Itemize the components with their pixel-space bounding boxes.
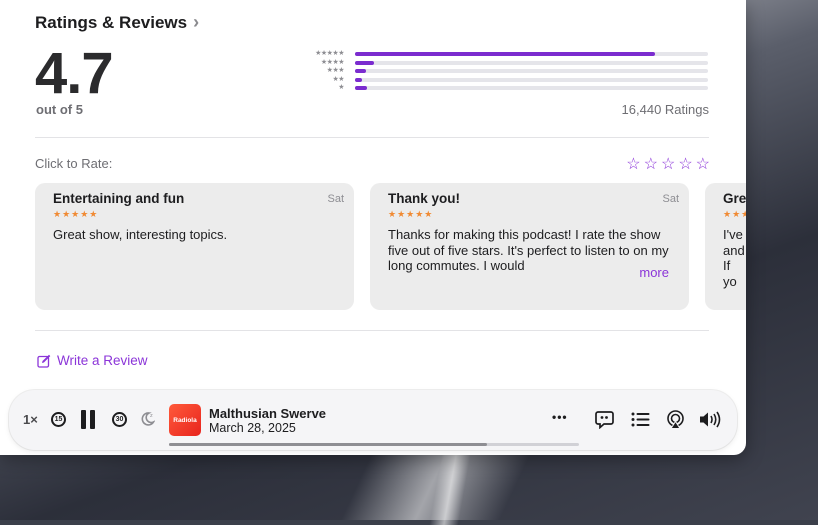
speaker-volume-icon (700, 411, 721, 428)
rate-stars: ☆ ☆ ☆ ☆ ☆ (626, 154, 710, 174)
transcript-button[interactable] (595, 410, 614, 429)
podcasts-window: Ratings & Reviews › 4.7 out of 5 ★★★★★ ★… (0, 0, 746, 455)
review-card-partial[interactable]: Gre ★★★ I've and If yo (705, 183, 746, 310)
pause-bar-icon (90, 410, 95, 429)
playback-speed-button[interactable]: 1× (23, 412, 38, 427)
episode-artwork[interactable]: Radiola (169, 404, 201, 436)
airplay-audio-icon (667, 410, 684, 429)
review-title: Gre (723, 191, 746, 206)
histogram-row-3: ★★★ (296, 67, 710, 76)
rate-star-2-icon[interactable]: ☆ (644, 154, 658, 174)
pause-button[interactable] (81, 410, 95, 429)
more-options-button[interactable]: ••• (552, 410, 568, 424)
histogram-track (355, 69, 708, 74)
skip-back-label: 15 (54, 416, 63, 423)
moon-icon: z (141, 412, 155, 426)
click-to-rate-label: Click to Rate: (35, 156, 113, 171)
histogram-track (355, 60, 708, 65)
review-title: Entertaining and fun (53, 191, 185, 206)
histogram-stars: ★★★ (326, 67, 345, 75)
write-review-link[interactable]: Write a Review (37, 353, 148, 368)
skip-forward-label: 30 (115, 416, 124, 423)
review-stars: ★★★★★ (388, 209, 434, 219)
histogram-fill (355, 86, 368, 91)
ratings-reviews-header[interactable]: Ratings & Reviews › (35, 12, 199, 33)
average-rating: 4.7 (35, 41, 114, 106)
review-body: Great show, interesting topics. (53, 227, 228, 242)
divider (35, 330, 709, 331)
review-date: Sat (327, 193, 344, 205)
wallpaper-streak (420, 455, 480, 525)
histogram-fill (355, 69, 366, 74)
review-title: Thank you! (388, 191, 461, 206)
histogram-track (355, 52, 708, 57)
review-card[interactable]: Thank you! Sat ★★★★★ Thanks for making t… (370, 183, 689, 310)
rate-star-5-icon[interactable]: ☆ (696, 154, 710, 174)
playback-progress[interactable] (169, 443, 579, 446)
histogram-stars: ★★★★★ (315, 50, 344, 58)
histogram-track (355, 77, 708, 82)
histogram-row-2: ★★ (296, 76, 710, 85)
queue-button[interactable] (631, 412, 650, 427)
review-card[interactable]: Entertaining and fun Sat ★★★★★ Great sho… (35, 183, 354, 310)
quote-bubble-icon (595, 411, 614, 429)
episode-date: March 28, 2025 (209, 421, 296, 435)
histogram-fill (355, 77, 363, 82)
out-of-label: out of 5 (36, 102, 83, 117)
compose-icon (37, 354, 51, 368)
volume-button[interactable] (699, 411, 723, 428)
airplay-button[interactable] (666, 410, 685, 429)
list-icon (631, 412, 650, 427)
playback-bar: 1× 15 30 z Radiola Malthusian Swerve Mar… (9, 390, 737, 450)
rate-star-1-icon[interactable]: ☆ (626, 154, 640, 174)
skip-back-15-button[interactable]: 15 (51, 412, 66, 427)
ratings-count: 16,440 Ratings (621, 102, 709, 117)
review-stars: ★★★ (723, 209, 746, 219)
histogram-fill (355, 52, 656, 57)
rate-star-4-icon[interactable]: ☆ (678, 154, 692, 174)
review-stars: ★★★★★ (53, 209, 99, 219)
rating-histogram: ★★★★★ ★★★★ ★★★ ★★ ★ (296, 50, 710, 93)
playback-progress-fill (169, 443, 487, 446)
review-body: I've and If yo (723, 227, 745, 289)
divider (35, 137, 709, 138)
episode-title: Malthusian Swerve (209, 406, 327, 421)
chevron-right-icon: › (193, 12, 200, 32)
write-review-label: Write a Review (57, 353, 148, 368)
review-date: Sat (662, 193, 679, 205)
review-more-link[interactable]: more (625, 265, 669, 280)
histogram-stars: ★ (338, 84, 344, 92)
histogram-track (355, 86, 708, 91)
artwork-text: Radiola (173, 416, 197, 424)
histogram-row-5: ★★★★★ (296, 50, 710, 59)
histogram-stars: ★★★★ (320, 58, 345, 66)
histogram-row-4: ★★★★ (296, 59, 710, 68)
histogram-fill (355, 60, 375, 65)
pause-bar-icon (81, 410, 86, 429)
ratings-reviews-title: Ratings & Reviews (35, 12, 188, 32)
rate-star-3-icon[interactable]: ☆ (661, 154, 675, 174)
histogram-row-1: ★ (296, 84, 710, 93)
skip-forward-30-button[interactable]: 30 (112, 412, 127, 427)
sleep-timer-button[interactable]: z (140, 411, 155, 427)
histogram-stars: ★★ (332, 75, 344, 83)
svg-text:z: z (150, 413, 153, 419)
